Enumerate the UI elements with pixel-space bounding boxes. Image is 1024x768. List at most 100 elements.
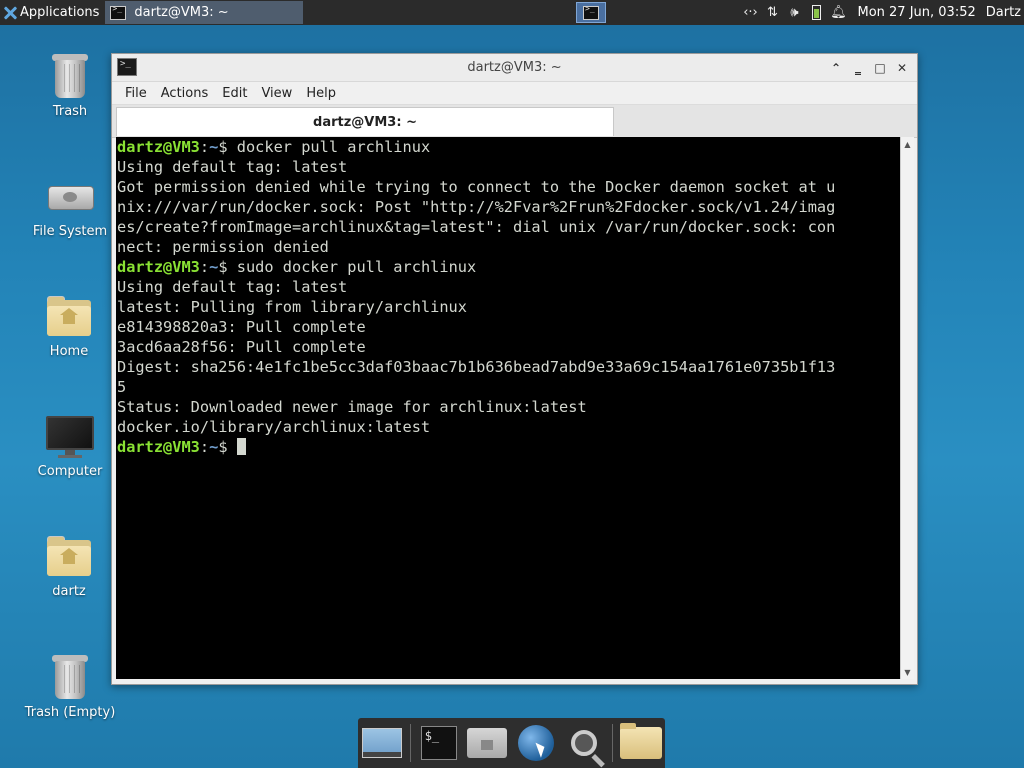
output-line: docker.io/library/archlinux:latest xyxy=(117,418,431,436)
tab-terminal[interactable]: dartz@VM3: ~ xyxy=(116,107,614,136)
command-text: sudo docker pull archlinux xyxy=(236,258,477,276)
prompt-line: dartz@VM3:~$ xyxy=(117,437,900,457)
trash-icon xyxy=(46,52,94,100)
top-panel: Applications dartz@VM3: ~ ‹·› ⇅ 🕪 🔔︎ Mon… xyxy=(0,0,1024,25)
network-arrows-icon[interactable]: ‹·› xyxy=(739,0,761,25)
dock-terminal[interactable] xyxy=(416,721,461,765)
folder-icon xyxy=(619,723,662,759)
terminal-icon[interactable] xyxy=(117,58,137,76)
dock-panel xyxy=(358,718,665,768)
desktop-icon-computer[interactable]: Computer xyxy=(20,412,120,479)
desktop-icon-trash-empty[interactable]: Trash (Empty) xyxy=(20,653,120,720)
prompt-user: dartz@VM3 xyxy=(117,138,200,156)
dock-show-desktop[interactable] xyxy=(360,721,405,765)
desktop-icon-label: Computer xyxy=(37,464,103,479)
app-finder-icon xyxy=(571,730,598,756)
dock-separator xyxy=(409,724,412,762)
prompt-path: ~ xyxy=(209,138,219,156)
command-text: docker pull archlinux xyxy=(236,138,431,156)
maximize-icon[interactable]: □ xyxy=(869,59,891,77)
applications-label: Applications xyxy=(20,5,100,20)
dock-separator xyxy=(611,724,614,762)
prompt-user: dartz@VM3 xyxy=(117,438,200,456)
applications-menu-button[interactable]: Applications xyxy=(0,0,105,25)
home-folder-icon xyxy=(45,532,93,580)
shade-icon[interactable]: ⌃ xyxy=(825,59,847,77)
battery-icon[interactable] xyxy=(805,0,827,25)
dock-folder[interactable] xyxy=(618,721,663,765)
tab-bar: dartz@VM3: ~ xyxy=(112,105,917,138)
monitor-icon xyxy=(46,412,94,460)
window-title: dartz@VM3: ~ xyxy=(467,60,562,75)
home-folder-icon xyxy=(45,292,93,340)
prompt-dollar: $ xyxy=(218,438,237,456)
show-desktop-icon xyxy=(362,728,403,758)
output-line: nect: permission denied xyxy=(117,238,329,256)
updown-arrows-icon[interactable]: ⇅ xyxy=(761,0,783,25)
xfce-logo-icon xyxy=(3,6,17,20)
volume-icon[interactable]: 🕪 xyxy=(783,0,805,25)
output-line: Status: Downloaded newer image for archl… xyxy=(117,398,587,416)
output-line: nix:///var/run/docker.sock: Post "http:/… xyxy=(117,198,836,216)
system-tray: ‹·› ⇅ 🕪 🔔︎ Mon 27 Jun, 03:52 Dartz xyxy=(739,0,1024,25)
desktop-icon-label: Home xyxy=(49,344,89,359)
window-titlebar[interactable]: dartz@VM3: ~ ⌃ ‗ □ ✕ xyxy=(112,54,917,82)
desktop-icon-file-system[interactable]: File System xyxy=(20,172,120,239)
menu-edit[interactable]: Edit xyxy=(215,86,254,101)
output-line: Using default tag: latest xyxy=(117,278,348,296)
output-line: es/create?fromImage=archlinux&tag=latest… xyxy=(117,218,836,236)
prompt-sep: : xyxy=(199,438,210,456)
scroll-up-icon[interactable]: ▲ xyxy=(901,137,914,151)
vertical-scrollbar[interactable]: ▲ ▼ xyxy=(900,137,914,679)
desktop-icon-home[interactable]: Home xyxy=(19,292,119,359)
menu-view[interactable]: View xyxy=(254,86,299,101)
prompt-line: dartz@VM3:~$ docker pull archlinux xyxy=(117,137,900,157)
terminal-icon xyxy=(110,4,127,20)
dock-app-finder[interactable] xyxy=(562,721,607,765)
file-manager-icon xyxy=(467,728,508,758)
user-menu[interactable]: Dartz xyxy=(986,5,1021,20)
workspace-window-icon xyxy=(583,4,599,20)
desktop-icon-label: File System xyxy=(32,224,108,239)
output-line: Using default tag: latest xyxy=(117,158,348,176)
output-line: 3acd6aa28f56: Pull complete xyxy=(117,338,366,356)
bell-icon[interactable]: 🔔︎ xyxy=(827,0,849,25)
prompt-path: ~ xyxy=(209,438,219,456)
terminal-icon xyxy=(420,726,457,760)
output-line: Digest: sha256:4e1fc1be5cc3daf03baac7b1b… xyxy=(117,358,836,376)
taskbar-window-button[interactable]: dartz@VM3: ~ xyxy=(105,1,304,24)
output-line: 5 xyxy=(117,378,127,396)
terminal-output[interactable]: dartz@VM3:~$ docker pull archlinux Using… xyxy=(116,137,900,679)
prompt-sep: : xyxy=(199,258,210,276)
close-icon[interactable]: ✕ xyxy=(891,59,913,77)
workspace-switcher[interactable] xyxy=(576,2,606,23)
prompt-dollar: $ xyxy=(218,138,237,156)
desktop-icon-trash[interactable]: Trash xyxy=(20,52,120,119)
minimize-icon[interactable]: ‗ xyxy=(847,59,869,77)
terminal-window: dartz@VM3: ~ ⌃ ‗ □ ✕ File Actions Edit V… xyxy=(111,53,918,685)
web-browser-icon xyxy=(517,725,554,761)
output-line: latest: Pulling from library/archlinux xyxy=(117,298,467,316)
scroll-down-icon[interactable]: ▼ xyxy=(901,665,914,679)
menu-actions[interactable]: Actions xyxy=(154,86,216,101)
output-line: e814398820a3: Pull complete xyxy=(117,318,366,336)
menu-help[interactable]: Help xyxy=(299,86,343,101)
prompt-dollar: $ xyxy=(218,258,237,276)
desktop-icon-label: Trash (Empty) xyxy=(24,705,116,720)
prompt-user: dartz@VM3 xyxy=(117,258,200,276)
output-line: Got permission denied while trying to co… xyxy=(117,178,836,196)
prompt-line: dartz@VM3:~$ sudo docker pull archlinux xyxy=(117,257,900,277)
prompt-path: ~ xyxy=(209,258,219,276)
taskbar-window-title: dartz@VM3: ~ xyxy=(134,5,229,20)
desktop-icon-dartz[interactable]: dartz xyxy=(19,532,119,599)
drive-icon xyxy=(46,172,94,220)
prompt-sep: : xyxy=(199,138,210,156)
trash-icon xyxy=(46,653,94,701)
dock-web-browser[interactable] xyxy=(513,721,558,765)
dock-file-manager[interactable] xyxy=(465,721,510,765)
menu-file[interactable]: File xyxy=(118,86,154,101)
clock[interactable]: Mon 27 Jun, 03:52 xyxy=(857,5,975,20)
text-cursor xyxy=(236,438,246,455)
desktop-icon-label: Trash xyxy=(52,104,88,119)
menubar: File Actions Edit View Help xyxy=(112,82,917,105)
